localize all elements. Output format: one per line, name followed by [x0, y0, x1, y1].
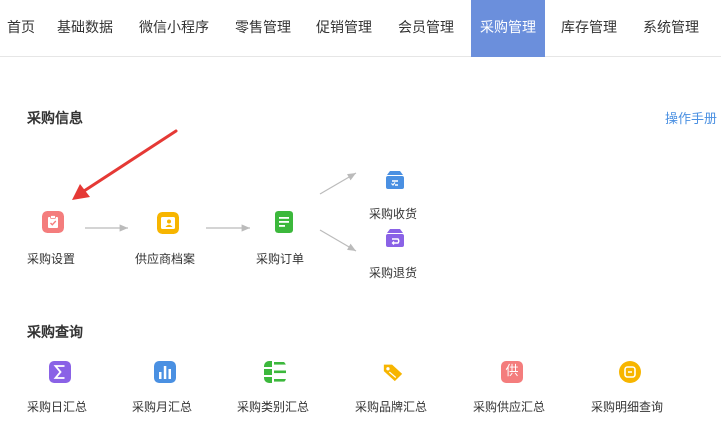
pointer-annotation-arrow	[72, 129, 178, 200]
query-label: 采购供应汇总	[473, 400, 546, 414]
contact-card-icon	[157, 212, 179, 234]
flow-node-label: 供应商档案	[135, 252, 196, 266]
flow-arrow	[319, 172, 357, 195]
query-label: 采购品牌汇总	[355, 400, 428, 414]
flow-arrow	[319, 229, 357, 252]
query-label: 采购类别汇总	[237, 400, 310, 414]
flow-node-label: 采购订单	[256, 252, 305, 266]
return-box-icon	[386, 229, 404, 247]
query-label: 采购明细查询	[591, 400, 664, 414]
receive-box-icon	[386, 171, 404, 189]
flow-node-label: 采购退货	[369, 266, 418, 280]
flow-node-label: 采购收货	[369, 207, 418, 221]
bar-chart-icon	[154, 361, 176, 383]
section-title-purchase-query: 采购查询	[27, 325, 83, 341]
flow-node-label: 采购设置	[27, 252, 76, 266]
list-icon	[264, 361, 286, 383]
detail-search-icon	[619, 361, 641, 383]
query-label: 采购月汇总	[132, 400, 193, 414]
supply-icon: 供	[501, 361, 523, 383]
document-icon	[275, 211, 293, 233]
tag-icon	[383, 364, 403, 382]
flow-arrows	[72, 129, 357, 252]
clipboard-icon	[42, 211, 64, 233]
sigma-icon	[49, 361, 71, 383]
query-label: 采购日汇总	[27, 400, 88, 414]
